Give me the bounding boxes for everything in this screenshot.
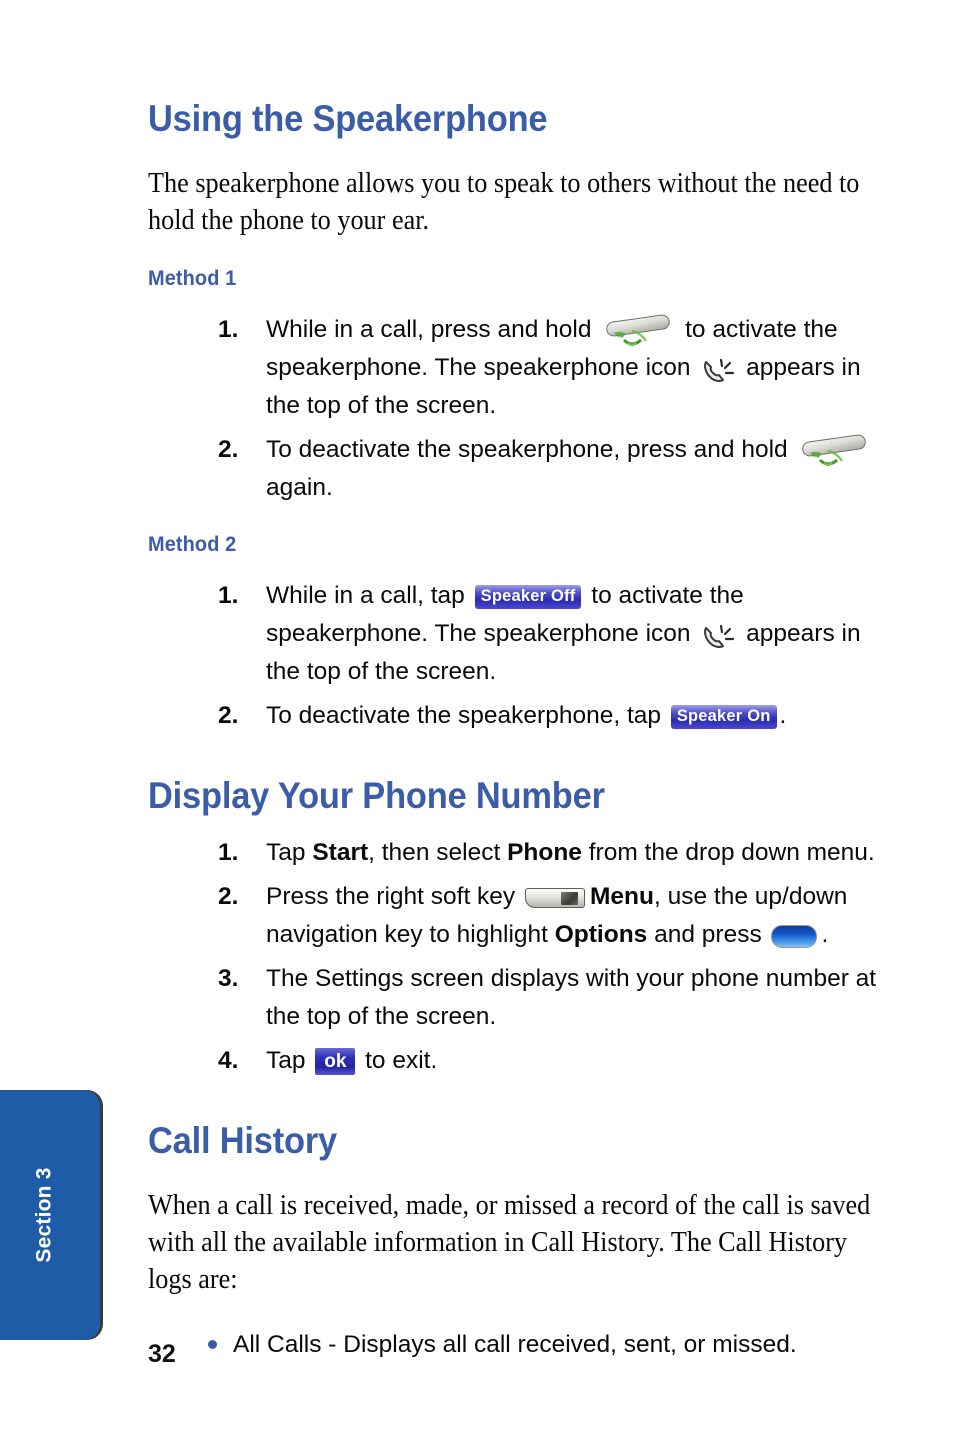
step-text: To deactivate the speakerphone, tap <box>266 702 668 729</box>
display-phone-number-steps: 1. Tap Start, then select Phone from the … <box>148 834 900 1080</box>
ok-navigation-key-icon <box>770 925 819 950</box>
speakerphone-icon <box>700 356 738 386</box>
section-tab: Section 3 <box>0 1090 100 1340</box>
ok-key-body <box>770 925 817 949</box>
step-text: While in a call, tap <box>266 582 472 609</box>
soft-key-glyph <box>561 892 578 906</box>
page-content: Using the Speakerphone The speakerphone … <box>148 100 900 1364</box>
step-text: and press <box>647 921 769 948</box>
speakerphone-icon <box>700 622 738 652</box>
step-number: 1. <box>218 316 239 343</box>
list-item: 2. To deactivate the speakerphone, tap Sp… <box>218 697 900 735</box>
step-text: . <box>779 702 787 729</box>
list-item: 4. Tap ok to exit. <box>218 1042 900 1080</box>
send-key-phone-glyph <box>614 329 648 346</box>
page-title: Using the Speakerphone <box>148 98 548 139</box>
step-number: 4. <box>218 1047 239 1074</box>
send-key-icon <box>796 433 872 471</box>
step-number: 1. <box>218 582 239 609</box>
list-item: 1. While in a call, press and hold to act… <box>218 311 900 425</box>
intro-paragraph: The speakerphone allows you to speak to … <box>148 168 860 236</box>
step-emphasis: Start <box>312 839 369 866</box>
page-number: 32 <box>148 1340 176 1368</box>
list-item: 1. While in a call, tap Speaker Off to ac… <box>218 577 900 691</box>
list-item: 2. Press the right soft key Menu, use the… <box>218 878 900 954</box>
step-number: 2. <box>218 702 239 729</box>
step-number: 3. <box>218 965 239 992</box>
step-text: Tap <box>266 839 313 866</box>
step-text: To deactivate the speakerphone, press an… <box>266 436 795 463</box>
method-2-heading: Method 2 <box>148 533 237 556</box>
step-text: from the drop down menu. <box>581 839 875 866</box>
step-emphasis: Phone <box>507 839 582 866</box>
speaker-on-button[interactable]: Speaker On <box>670 704 777 729</box>
call-history-log-list: All Calls - Displays all call received, … <box>148 1326 900 1364</box>
speaker-off-button[interactable]: Speaker Off <box>474 584 582 609</box>
step-number: 2. <box>218 883 239 910</box>
call-history-paragraph: When a call is received, made, or missed… <box>148 1190 871 1295</box>
method-2-steps: 1. While in a call, tap Speaker Off to ac… <box>148 577 900 735</box>
right-soft-key-icon <box>525 886 587 912</box>
bullet-text: All Calls - Displays all call received, … <box>233 1331 797 1358</box>
step-text: Press the right soft key <box>266 883 522 910</box>
section-heading-call-history: Call History <box>148 1120 337 1161</box>
list-item: 2. To deactivate the speakerphone, press … <box>218 431 900 507</box>
method-1-steps: 1. While in a call, press and hold to act… <box>148 311 900 507</box>
section-tab-label: Section 3 <box>32 1167 56 1263</box>
step-number: 1. <box>218 839 239 866</box>
ok-button[interactable]: ok <box>315 1048 356 1076</box>
manual-page: Section 3 Using the Speakerphone The spe… <box>0 0 954 1433</box>
section-heading-display-phone-number: Display Your Phone Number <box>148 775 605 816</box>
step-text: The Settings screen displays with your p… <box>266 965 877 1030</box>
list-item: 3. The Settings screen displays with your… <box>218 960 900 1036</box>
step-text: . <box>821 921 829 948</box>
send-key-phone-glyph <box>810 449 844 466</box>
list-item: 1. Tap Start, then select Phone from the … <box>218 834 900 872</box>
send-key-icon <box>600 313 676 351</box>
step-text: Tap <box>266 1047 313 1074</box>
step-text: , then select <box>368 839 508 866</box>
list-item: All Calls - Displays all call received, … <box>206 1326 900 1364</box>
step-emphasis: Options <box>554 921 648 948</box>
step-text: to exit. <box>358 1047 438 1074</box>
step-emphasis: Menu <box>590 883 654 910</box>
step-text: While in a call, press and hold <box>266 316 599 343</box>
bullet-dot <box>208 1340 217 1349</box>
step-number: 2. <box>218 436 239 463</box>
step-text: again. <box>266 474 333 501</box>
method-1-heading: Method 1 <box>148 267 237 290</box>
